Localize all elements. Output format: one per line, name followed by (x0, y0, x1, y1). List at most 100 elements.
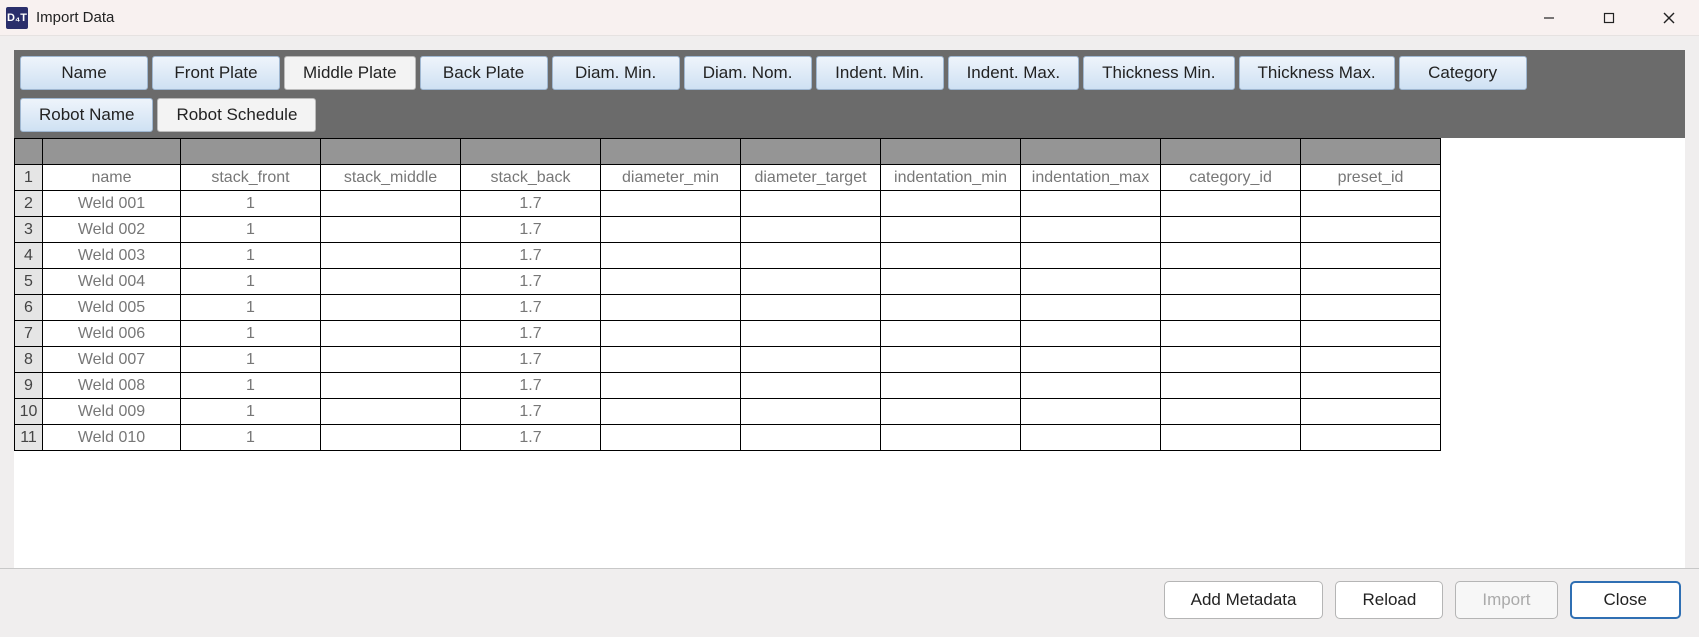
cell[interactable] (1301, 269, 1441, 295)
cell[interactable] (881, 321, 1021, 347)
cell[interactable] (321, 217, 461, 243)
spreadsheet[interactable]: 1namestack_frontstack_middlestack_backdi… (14, 138, 1685, 451)
cell[interactable] (1161, 269, 1301, 295)
cell[interactable] (601, 269, 741, 295)
cell[interactable] (741, 373, 881, 399)
cell[interactable] (1021, 191, 1161, 217)
column-header-blank[interactable] (461, 139, 601, 165)
cell[interactable] (1021, 321, 1161, 347)
cell[interactable] (321, 321, 461, 347)
cell[interactable] (601, 191, 741, 217)
cell[interactable]: Weld 004 (43, 269, 181, 295)
cell[interactable] (1301, 399, 1441, 425)
cell[interactable] (741, 243, 881, 269)
column-button-indent-max-[interactable]: Indent. Max. (948, 56, 1080, 90)
cell[interactable] (1021, 399, 1161, 425)
cell[interactable]: 1.7 (461, 399, 601, 425)
column-button-robot-schedule[interactable]: Robot Schedule (157, 98, 316, 132)
cell[interactable]: 1 (181, 373, 321, 399)
cell[interactable] (881, 373, 1021, 399)
cell[interactable]: Weld 002 (43, 217, 181, 243)
field-header[interactable]: preset_id (1301, 165, 1441, 191)
cell[interactable] (601, 321, 741, 347)
column-button-diam-nom-[interactable]: Diam. Nom. (684, 56, 812, 90)
row-number[interactable]: 7 (15, 321, 43, 347)
cell[interactable]: Weld 006 (43, 321, 181, 347)
cell[interactable] (1021, 243, 1161, 269)
cell[interactable] (741, 217, 881, 243)
cell[interactable] (1161, 217, 1301, 243)
cell[interactable] (1301, 321, 1441, 347)
cell[interactable] (321, 425, 461, 451)
cell[interactable] (741, 191, 881, 217)
add-metadata-button[interactable]: Add Metadata (1164, 581, 1324, 619)
field-header[interactable]: stack_back (461, 165, 601, 191)
cell[interactable]: 1.7 (461, 425, 601, 451)
reload-button[interactable]: Reload (1335, 581, 1443, 619)
cell[interactable] (601, 347, 741, 373)
column-button-indent-min-[interactable]: Indent. Min. (816, 56, 944, 90)
cell[interactable]: Weld 007 (43, 347, 181, 373)
cell[interactable] (881, 425, 1021, 451)
row-number[interactable]: 5 (15, 269, 43, 295)
cell[interactable]: Weld 001 (43, 191, 181, 217)
cell[interactable] (881, 217, 1021, 243)
cell[interactable] (1301, 425, 1441, 451)
cell[interactable]: Weld 008 (43, 373, 181, 399)
column-button-name[interactable]: Name (20, 56, 148, 90)
maximize-button[interactable] (1579, 0, 1639, 36)
cell[interactable] (321, 191, 461, 217)
cell[interactable]: 1.7 (461, 217, 601, 243)
column-header-blank[interactable] (1301, 139, 1441, 165)
cell[interactable] (321, 373, 461, 399)
column-header-blank[interactable] (741, 139, 881, 165)
cell[interactable] (741, 399, 881, 425)
cell[interactable]: 1.7 (461, 191, 601, 217)
cell[interactable] (601, 373, 741, 399)
cell[interactable] (1161, 295, 1301, 321)
cell[interactable] (601, 243, 741, 269)
cell[interactable] (1161, 321, 1301, 347)
cell[interactable]: 1.7 (461, 321, 601, 347)
column-header-blank[interactable] (321, 139, 461, 165)
field-header[interactable]: diameter_target (741, 165, 881, 191)
cell[interactable] (1021, 373, 1161, 399)
cell[interactable] (321, 269, 461, 295)
cell[interactable]: Weld 009 (43, 399, 181, 425)
row-number[interactable]: 9 (15, 373, 43, 399)
cell[interactable] (1021, 295, 1161, 321)
field-header[interactable]: stack_middle (321, 165, 461, 191)
column-header-blank[interactable] (43, 139, 181, 165)
cell[interactable] (881, 295, 1021, 321)
cell[interactable]: 1.7 (461, 295, 601, 321)
column-button-thickness-min-[interactable]: Thickness Min. (1083, 56, 1234, 90)
minimize-button[interactable] (1519, 0, 1579, 36)
cell[interactable]: 1.7 (461, 347, 601, 373)
cell[interactable]: 1.7 (461, 269, 601, 295)
field-header[interactable]: name (43, 165, 181, 191)
cell[interactable] (601, 399, 741, 425)
row-number[interactable]: 11 (15, 425, 43, 451)
column-header-blank[interactable] (881, 139, 1021, 165)
cell[interactable] (321, 295, 461, 321)
cell[interactable] (321, 399, 461, 425)
cell[interactable]: 1.7 (461, 373, 601, 399)
column-button-category[interactable]: Category (1399, 56, 1527, 90)
cell[interactable] (881, 399, 1021, 425)
cell[interactable]: 1 (181, 295, 321, 321)
cell[interactable] (1301, 373, 1441, 399)
cell[interactable] (1021, 269, 1161, 295)
field-header[interactable]: category_id (1161, 165, 1301, 191)
cell[interactable] (1161, 243, 1301, 269)
row-number[interactable]: 3 (15, 217, 43, 243)
field-header[interactable]: stack_front (181, 165, 321, 191)
column-button-front-plate[interactable]: Front Plate (152, 56, 280, 90)
cell[interactable] (1161, 425, 1301, 451)
cell[interactable] (321, 347, 461, 373)
cell[interactable]: 1 (181, 217, 321, 243)
cell[interactable]: 1.7 (461, 243, 601, 269)
cell[interactable]: 1 (181, 347, 321, 373)
cell[interactable] (1021, 217, 1161, 243)
cell[interactable] (741, 347, 881, 373)
row-number[interactable]: 4 (15, 243, 43, 269)
